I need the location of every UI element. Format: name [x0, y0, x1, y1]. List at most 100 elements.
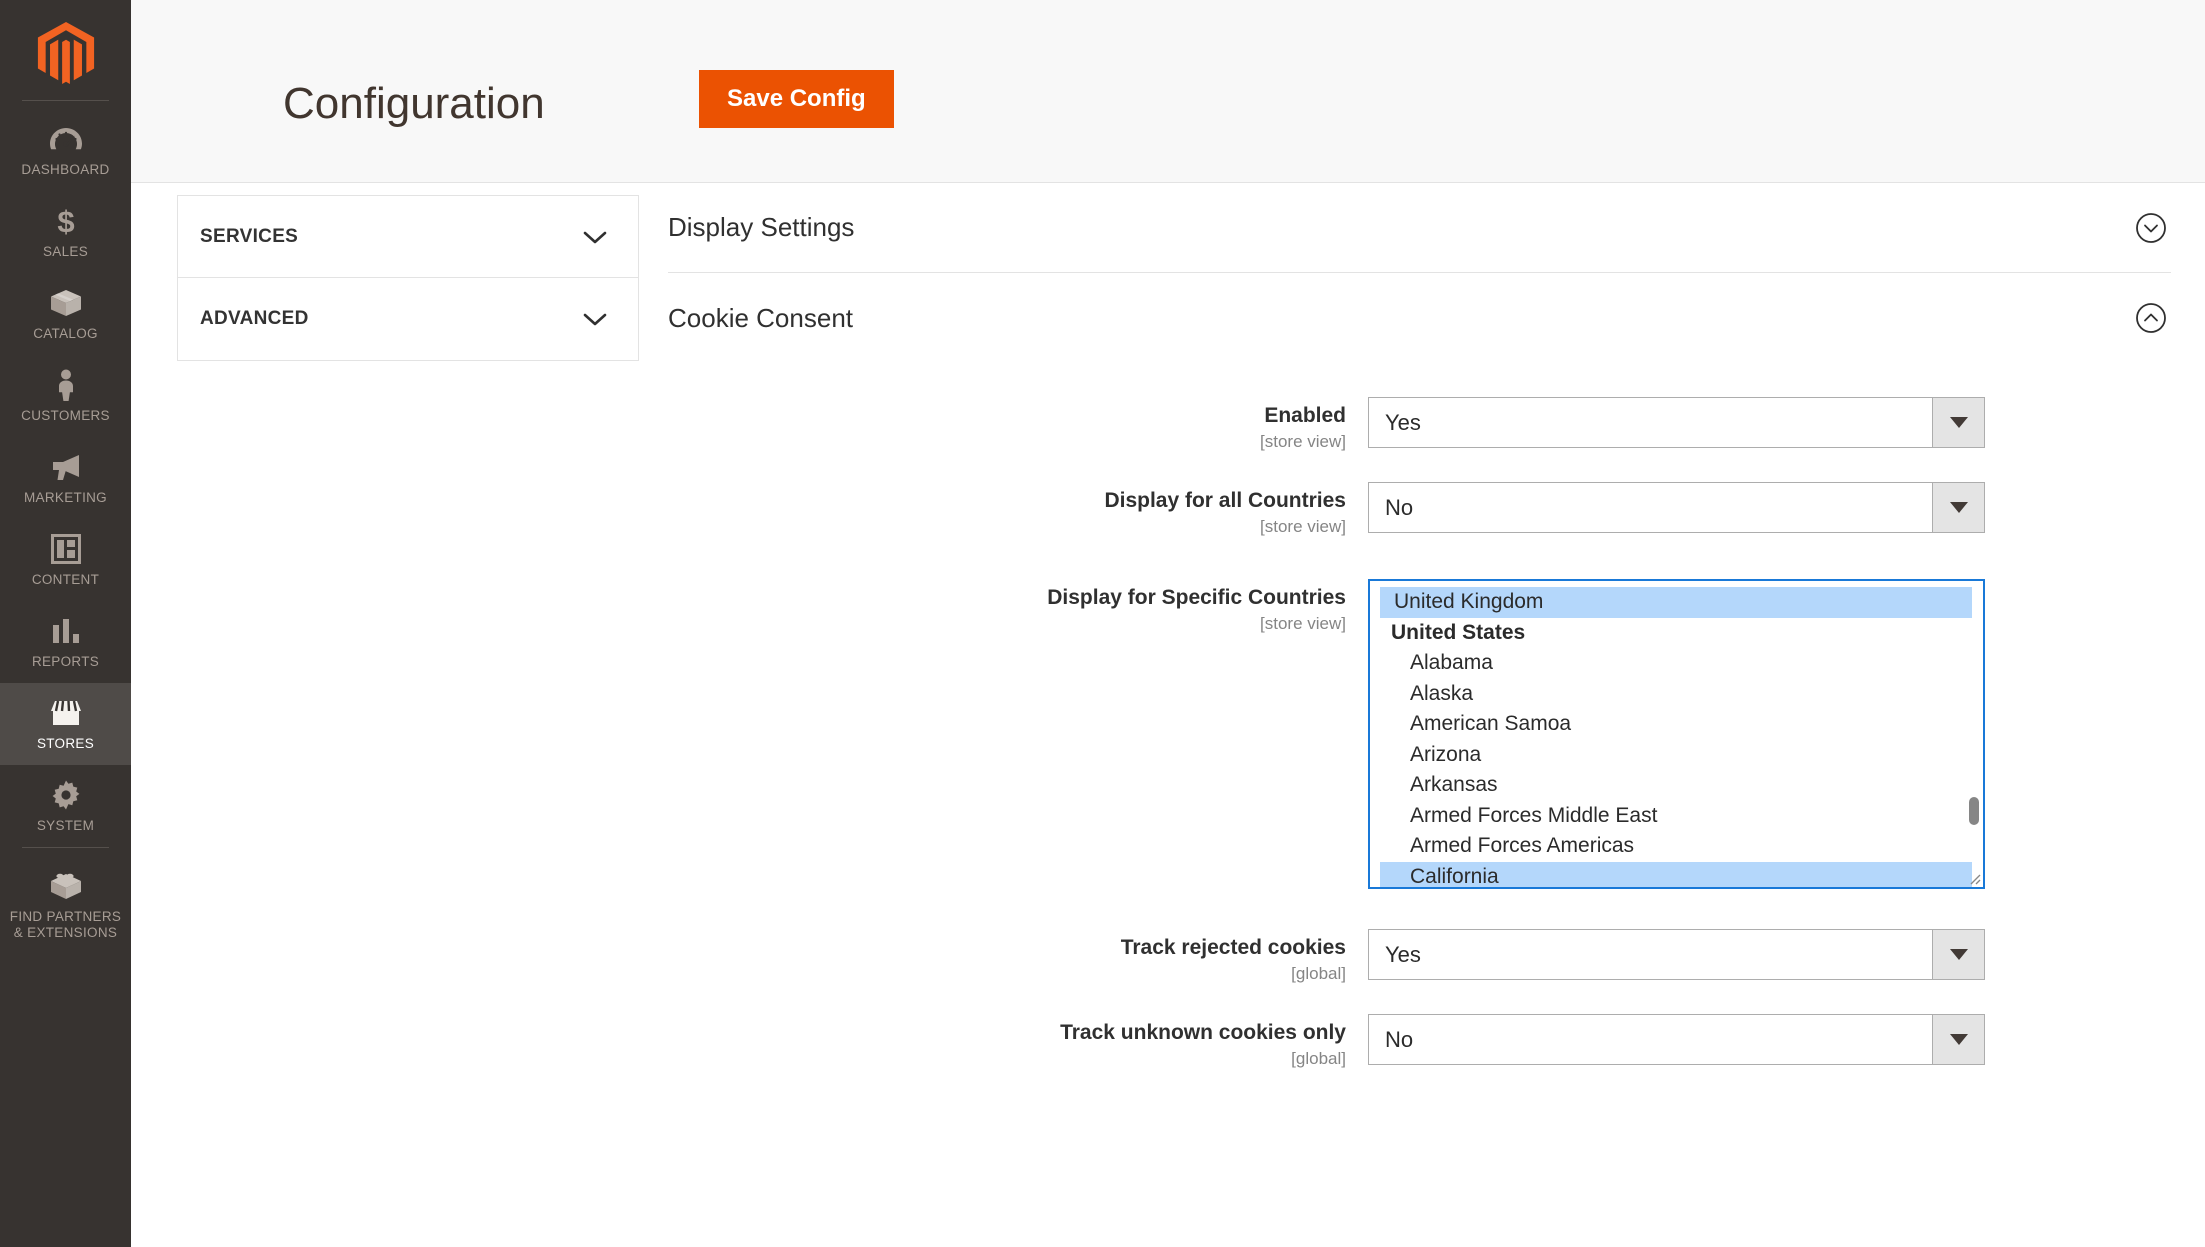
- track-unknown-cookies-only-select[interactable]: No: [1368, 1014, 1985, 1065]
- enabled-select-value: Yes: [1369, 398, 1932, 447]
- sidebar-item-label: CUSTOMERS: [21, 408, 110, 424]
- sidebar-item-marketing[interactable]: MARKETING: [0, 437, 131, 519]
- track-rejected-cookies-select-value: Yes: [1369, 930, 1932, 979]
- config-nav-label: ADVANCED: [200, 308, 309, 330]
- dropdown-arrow-icon: [1932, 1015, 1984, 1064]
- field-label-col: Display for all Countries [store view]: [668, 482, 1368, 539]
- field-row-display-specific-countries: Display for Specific Countries [store vi…: [668, 579, 2171, 889]
- track-rejected-cookies-select[interactable]: Yes: [1368, 929, 1985, 980]
- admin-app: DASHBOARD $ SALES CATALOG: [0, 0, 2205, 1247]
- field-row-track-rejected-cookies: Track rejected cookies [global] Yes: [668, 929, 2171, 986]
- field-scope: [store view]: [668, 430, 1346, 454]
- gear-icon: [50, 778, 82, 812]
- dropdown-arrow-icon: [1932, 930, 1984, 979]
- field-scope: [store view]: [668, 612, 1346, 636]
- multiselect-option[interactable]: Alabama: [1380, 648, 1972, 679]
- multiselect-option[interactable]: Arkansas: [1380, 770, 1972, 801]
- field-row-display-all-countries: Display for all Countries [store view] N…: [668, 482, 2171, 539]
- layout-page-icon: [51, 532, 81, 566]
- field-row-track-unknown-cookies-only: Track unknown cookies only [global] No: [668, 1014, 2171, 1071]
- specific-countries-multiselect[interactable]: United Kingdom United States Alabama Ala…: [1368, 579, 1985, 889]
- section-header-display-settings[interactable]: Display Settings: [668, 183, 2171, 273]
- field-scope: [global]: [668, 962, 1346, 986]
- section-title: Cookie Consent: [668, 303, 853, 334]
- field-control-col: No: [1368, 1014, 2171, 1065]
- section-header-cookie-consent[interactable]: Cookie Consent: [668, 273, 2171, 363]
- sidebar-item-label: FIND PARTNERS & EXTENSIONS: [10, 909, 121, 941]
- sidebar-item-label: DASHBOARD: [21, 162, 109, 178]
- sidebar-item-label: CATALOG: [33, 326, 98, 342]
- box-icon: [50, 286, 82, 320]
- section-title: Display Settings: [668, 212, 854, 243]
- field-label: Display for all Countries: [668, 488, 1346, 514]
- scrollbar-thumb[interactable]: [1969, 797, 1979, 825]
- page-body: SERVICES ADVANCED: [131, 183, 2205, 1247]
- resize-handle-icon[interactable]: [1967, 871, 1981, 885]
- multiselect-option[interactable]: Armed Forces Americas: [1380, 831, 1972, 862]
- person-icon: [54, 368, 78, 402]
- dropdown-arrow-icon: [1932, 398, 1984, 447]
- multiselect-option[interactable]: United Kingdom: [1380, 587, 1972, 618]
- track-unknown-cookies-only-select-value: No: [1369, 1015, 1932, 1064]
- config-nav-label: SERVICES: [200, 226, 298, 248]
- sidebar-item-label: MARKETING: [24, 490, 107, 506]
- multiselect-option[interactable]: Arizona: [1380, 740, 1972, 771]
- multiselect-optgroup-label: United States: [1370, 618, 1983, 649]
- cookie-consent-fields: Enabled [store view] Yes: [668, 363, 2171, 1071]
- dollar-sign-icon: $: [55, 204, 77, 238]
- field-row-enabled: Enabled [store view] Yes: [668, 397, 2171, 454]
- sidebar-item-reports[interactable]: REPORTS: [0, 601, 131, 683]
- sidebar-item-system[interactable]: SYSTEM: [0, 765, 131, 847]
- admin-sidebar: DASHBOARD $ SALES CATALOG: [0, 0, 131, 1247]
- page-header: Configuration Save Config: [131, 0, 2205, 183]
- config-content: Display Settings Cookie Consent: [668, 183, 2171, 1099]
- multiselect-option[interactable]: Alaska: [1380, 679, 1972, 710]
- magento-logo[interactable]: [0, 14, 131, 100]
- config-nav-item-services[interactable]: SERVICES: [178, 196, 638, 278]
- field-label: Display for Specific Countries: [668, 585, 1346, 611]
- sidebar-item-sales[interactable]: $ SALES: [0, 191, 131, 273]
- sidebar-item-find-partners-extensions[interactable]: FIND PARTNERS & EXTENSIONS: [0, 856, 131, 954]
- sidebar-divider-top: [22, 100, 109, 101]
- sidebar-item-catalog[interactable]: CATALOG: [0, 273, 131, 355]
- multiselect-option-list: United Kingdom United States Alabama Ala…: [1370, 581, 1983, 889]
- sidebar-item-dashboard[interactable]: DASHBOARD: [0, 109, 131, 191]
- multiselect-option[interactable]: California: [1380, 862, 1972, 890]
- multiselect-option[interactable]: Armed Forces Middle East: [1380, 801, 1972, 832]
- config-nav-panel: SERVICES ADVANCED: [177, 195, 639, 361]
- field-control-col: Yes: [1368, 929, 2171, 980]
- sidebar-item-customers[interactable]: CUSTOMERS: [0, 355, 131, 437]
- enabled-select[interactable]: Yes: [1368, 397, 1985, 448]
- storefront-icon: [49, 696, 83, 730]
- field-label: Track rejected cookies: [668, 935, 1346, 961]
- sidebar-item-label: CONTENT: [32, 572, 99, 588]
- display-all-countries-select-value: No: [1369, 483, 1932, 532]
- field-label-col: Track rejected cookies [global]: [668, 929, 1368, 986]
- page-title: Configuration: [283, 82, 545, 126]
- field-label-col: Enabled [store view]: [668, 397, 1368, 454]
- multiselect-scrollbar[interactable]: [1969, 587, 1979, 881]
- svg-text:$: $: [57, 205, 74, 237]
- sidebar-item-content[interactable]: CONTENT: [0, 519, 131, 601]
- sidebar-item-label: STORES: [37, 736, 94, 752]
- sidebar-item-stores[interactable]: STORES: [0, 683, 131, 765]
- main-area: Configuration Save Config SERVICES ADVAN…: [131, 0, 2205, 1247]
- config-nav-item-advanced[interactable]: ADVANCED: [178, 278, 638, 360]
- field-control-col: No: [1368, 482, 2171, 533]
- field-label: Track unknown cookies only: [668, 1020, 1346, 1046]
- chevron-down-icon: [582, 311, 608, 327]
- save-config-button[interactable]: Save Config: [699, 70, 894, 128]
- lego-brick-icon: [49, 869, 83, 903]
- field-label-col: Display for Specific Countries [store vi…: [668, 579, 1368, 636]
- field-control-col: Yes: [1368, 397, 2171, 448]
- circle-chevron-down-icon[interactable]: [2135, 212, 2167, 244]
- sidebar-item-label: REPORTS: [32, 654, 99, 670]
- dropdown-arrow-icon: [1932, 483, 1984, 532]
- sidebar-item-label: SALES: [43, 244, 88, 260]
- multiselect-option[interactable]: American Samoa: [1380, 709, 1972, 740]
- display-all-countries-select[interactable]: No: [1368, 482, 1985, 533]
- field-label: Enabled: [668, 403, 1346, 429]
- circle-chevron-up-icon[interactable]: [2135, 302, 2167, 334]
- dashboard-gauge-icon: [49, 122, 83, 156]
- magento-logo-icon: [37, 22, 95, 84]
